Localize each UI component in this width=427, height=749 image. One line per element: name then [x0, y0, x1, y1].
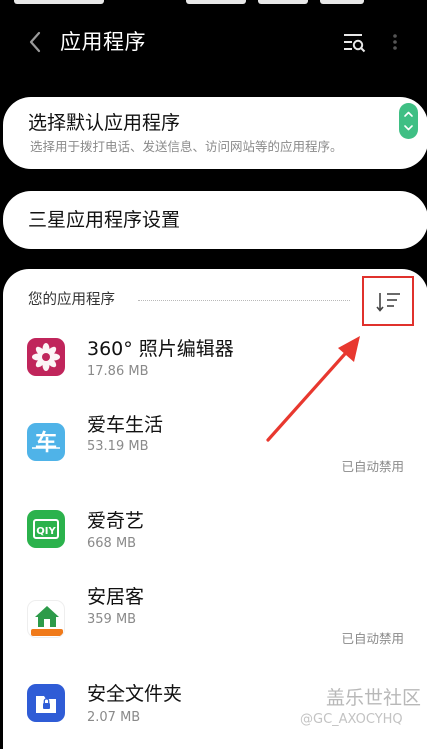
360-photo-editor-icon [27, 338, 65, 376]
anjuke-icon [27, 600, 65, 638]
section-header: 您的应用程序 [28, 292, 115, 308]
app-name: 安全文件夹 [87, 683, 183, 705]
sort-button[interactable] [362, 276, 414, 326]
app-bar: 应用程序 [0, 18, 427, 66]
status-bar [0, 0, 427, 8]
app-list-item[interactable]: QIY 爱奇艺 668 MB [3, 499, 427, 585]
app-name: 安居客 [87, 586, 145, 608]
svg-text:车: 车 [35, 430, 57, 456]
red-arrow-annotation [266, 336, 360, 442]
app-status: 已自动禁用 [341, 631, 404, 646]
app-size: 53.19 MB [87, 439, 149, 454]
app-size: 2.07 MB [87, 710, 141, 725]
watermark-brand: 盖乐世社区 [326, 687, 422, 709]
default-apps-title: 选择默认应用程序 [28, 112, 181, 134]
app-size: 17.86 MB [87, 364, 149, 379]
app-name: 360° 照片编辑器 [87, 338, 234, 360]
secure-folder-icon [27, 684, 65, 722]
section-divider [138, 300, 350, 301]
more-options-icon[interactable] [389, 28, 401, 56]
svg-text:QIY: QIY [36, 526, 56, 537]
iqiyi-icon: QIY [27, 510, 65, 548]
back-icon[interactable] [22, 28, 50, 56]
app-size: 668 MB [87, 536, 137, 551]
app-status: 已自动禁用 [341, 459, 404, 474]
default-apps-card[interactable]: 选择默认应用程序 选择用于拨打电话、发送信息、访问网站等的应用程序。 [3, 97, 427, 169]
app-name: 爱车生活 [87, 414, 164, 436]
car-life-icon: 车 [27, 423, 65, 461]
chevron-up-down-icon [404, 111, 413, 131]
screen: 应用程序 选择默认应用程序 选择用于拨打电话、发送信息、访问网站等的应用程序。 … [0, 0, 427, 749]
app-name: 爱奇艺 [87, 510, 145, 532]
samsung-app-settings-title: 三星应用程序设置 [28, 209, 181, 231]
search-list-icon[interactable] [340, 28, 368, 56]
samsung-app-settings-card[interactable]: 三星应用程序设置 [3, 191, 427, 249]
app-size: 359 MB [87, 612, 137, 627]
app-list-item[interactable]: 安居客 359 MB 已自动禁用 [3, 580, 427, 666]
sort-icon [376, 293, 400, 312]
watermark-handle: @GC_AXOCYHQ [300, 712, 403, 727]
expand-toggle[interactable] [399, 103, 418, 139]
page-title: 应用程序 [60, 30, 146, 54]
default-apps-description: 选择用于拨打电话、发送信息、访问网站等的应用程序。 [30, 139, 343, 154]
